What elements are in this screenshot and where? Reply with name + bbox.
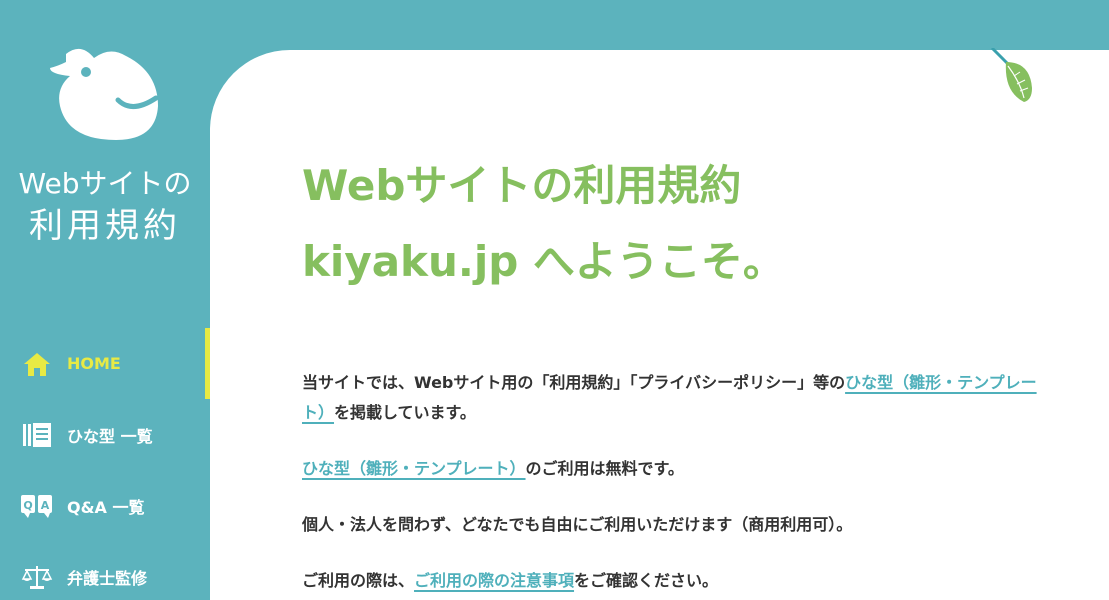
page-title-line1: Webサイトの利用規約 — [302, 161, 742, 210]
nav-item-qa[interactable]: Q A Q&A 一覧 — [0, 470, 210, 541]
sidebar: Webサイトの 利用規約 HOME ひな型 一覧 Q A Q&A 一覧 弁護士監… — [0, 0, 210, 600]
intro-text-3: 個人・法人を問わず、どなたでも自由にご利用いただけます（商用利用可）。 — [302, 515, 853, 534]
leaf-icon — [990, 48, 1032, 102]
svg-text:A: A — [41, 499, 50, 512]
intro-text-4b: をご確認ください。 — [574, 571, 719, 590]
main-content: Webサイトの利用規約 kiyaku.jp へようこそ。 当サイトでは、Webサ… — [210, 48, 1109, 600]
page-title-line2: kiyaku.jp へようこそ。 — [302, 237, 785, 286]
nav-item-templates[interactable]: ひな型 一覧 — [0, 399, 210, 470]
logo-text-line2[interactable]: 利用規約 — [0, 198, 210, 247]
templates-link-2[interactable]: ひな型（雛形・テンプレート） — [302, 459, 526, 478]
qa-icon: Q A — [20, 492, 54, 520]
logo-text-line1[interactable]: Webサイトの — [0, 162, 210, 202]
intro-text-4a: ご利用の際は、 — [302, 571, 415, 590]
intro-text-1a: 当サイトでは、Webサイト用の「利用規約」「プライバシーポリシー」等の — [302, 373, 846, 392]
notes-link[interactable]: ご利用の際の注意事項 — [414, 571, 574, 590]
nav-label-templates: ひな型 一覧 — [67, 426, 153, 446]
home-icon — [20, 350, 54, 378]
intro-paragraph-3: 個人・法人を問わず、どなたでも自由にご利用いただけます（商用利用可）。 — [302, 510, 1042, 540]
intro-text-2: のご利用は無料です。 — [525, 459, 684, 478]
scales-icon — [20, 563, 54, 591]
bird-logo-icon[interactable] — [46, 44, 166, 144]
intro-paragraph-4: ご利用の際は、ご利用の際の注意事項をご確認ください。 — [302, 566, 1042, 596]
svg-text:Q: Q — [23, 499, 32, 512]
nav-label-home: HOME — [67, 354, 121, 373]
intro-paragraph-2: ひな型（雛形・テンプレート）のご利用は無料です。 — [302, 454, 1042, 484]
intro-text: 当サイトでは、Webサイト用の「利用規約」「プライバシーポリシー」等のひな型（雛… — [302, 368, 1042, 600]
nav-label-lawyer: 弁護士監修 — [67, 568, 148, 588]
document-list-icon — [20, 421, 54, 449]
intro-text-1b: を掲載しています。 — [334, 403, 476, 422]
intro-paragraph-1: 当サイトでは、Webサイト用の「利用規約」「プライバシーポリシー」等のひな型（雛… — [302, 368, 1042, 428]
page-title: Webサイトの利用規約 kiyaku.jp へようこそ。 — [302, 148, 785, 300]
nav-item-lawyer[interactable]: 弁護士監修 — [0, 541, 210, 600]
nav-label-qa: Q&A 一覧 — [67, 497, 145, 517]
nav-item-home[interactable]: HOME — [0, 328, 210, 399]
main-nav: HOME ひな型 一覧 Q A Q&A 一覧 弁護士監修 — [0, 328, 210, 600]
